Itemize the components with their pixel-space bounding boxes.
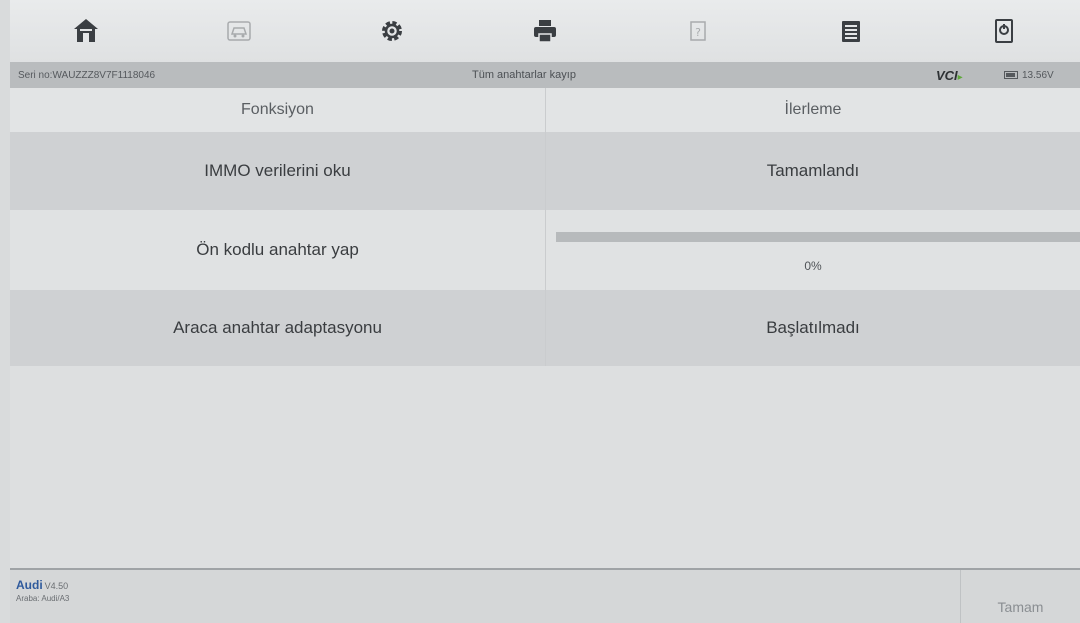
print-button[interactable] — [469, 0, 622, 62]
progress-bar — [556, 232, 1080, 242]
function-table: Fonksiyon İlerleme IMMO verilerini oku T… — [10, 88, 1080, 568]
ok-button[interactable]: Tamam — [960, 570, 1080, 623]
row-function: Ön kodlu anahtar yap — [10, 210, 546, 290]
function-title: Tüm anahtarlar kayıp — [472, 69, 576, 81]
help-button[interactable]: ? — [621, 0, 774, 62]
settings-gear-icon — [382, 21, 403, 41]
vci-connection-icon: ▸ — [957, 71, 963, 83]
row-status: Başlatılmadı — [766, 318, 860, 337]
vin-number: Seri no:WAUZZZ8V7F1118046 — [18, 69, 156, 81]
table-row[interactable]: IMMO verilerini oku Tamamlandı — [10, 132, 1080, 210]
row-function: Araca anahtar adaptasyonu — [10, 290, 546, 366]
progress-percent: 0% — [804, 259, 822, 273]
print-icon — [534, 20, 556, 43]
battery-voltage: 13.56V — [1022, 69, 1054, 81]
status-bar: Seri no:WAUZZZ8V7F1118046 Tüm anahtarlar… — [10, 62, 1080, 88]
vehicle-icon — [227, 21, 252, 41]
header-function: Fonksiyon — [10, 88, 546, 132]
table-empty-area — [10, 366, 1080, 568]
row-function: IMMO verilerini oku — [10, 132, 546, 210]
data-log-button[interactable] — [774, 0, 927, 62]
svg-text:?: ? — [695, 26, 701, 39]
software-version: V4.50 — [44, 581, 69, 591]
footer-bar: Audi V4.50 Araba: Audi/A3 Tamam — [10, 568, 1080, 623]
brand-name: Audi — [16, 578, 43, 592]
table-header: Fonksiyon İlerleme — [10, 88, 1080, 132]
row-progress: 0% — [546, 210, 1080, 290]
battery-status: 13.56V — [1004, 70, 1054, 81]
row-status: Tamamlandı — [766, 161, 860, 180]
top-toolbar: ? — [10, 0, 1080, 62]
vehicle-button[interactable] — [163, 0, 316, 62]
vehicle-model: Araba: Audi/A3 — [16, 594, 70, 603]
vci-label: VCI — [936, 67, 958, 83]
battery-icon — [1004, 71, 1018, 79]
table-row[interactable]: Ön kodlu anahtar yap 0% — [10, 210, 1080, 290]
home-button[interactable] — [10, 0, 163, 62]
help-icon: ? — [690, 21, 706, 41]
table-row[interactable]: Araca anahtar adaptasyonu Başlatılmadı — [10, 290, 1080, 366]
exit-button[interactable] — [927, 0, 1080, 62]
header-progress: İlerleme — [784, 101, 842, 118]
home-icon — [74, 19, 99, 42]
data-log-icon — [841, 21, 860, 42]
vehicle-brand: Audi V4.50 — [16, 578, 68, 592]
exit-icon — [994, 19, 1013, 43]
settings-button[interactable] — [316, 0, 469, 62]
vci-indicator: VCI▸ — [936, 68, 963, 83]
